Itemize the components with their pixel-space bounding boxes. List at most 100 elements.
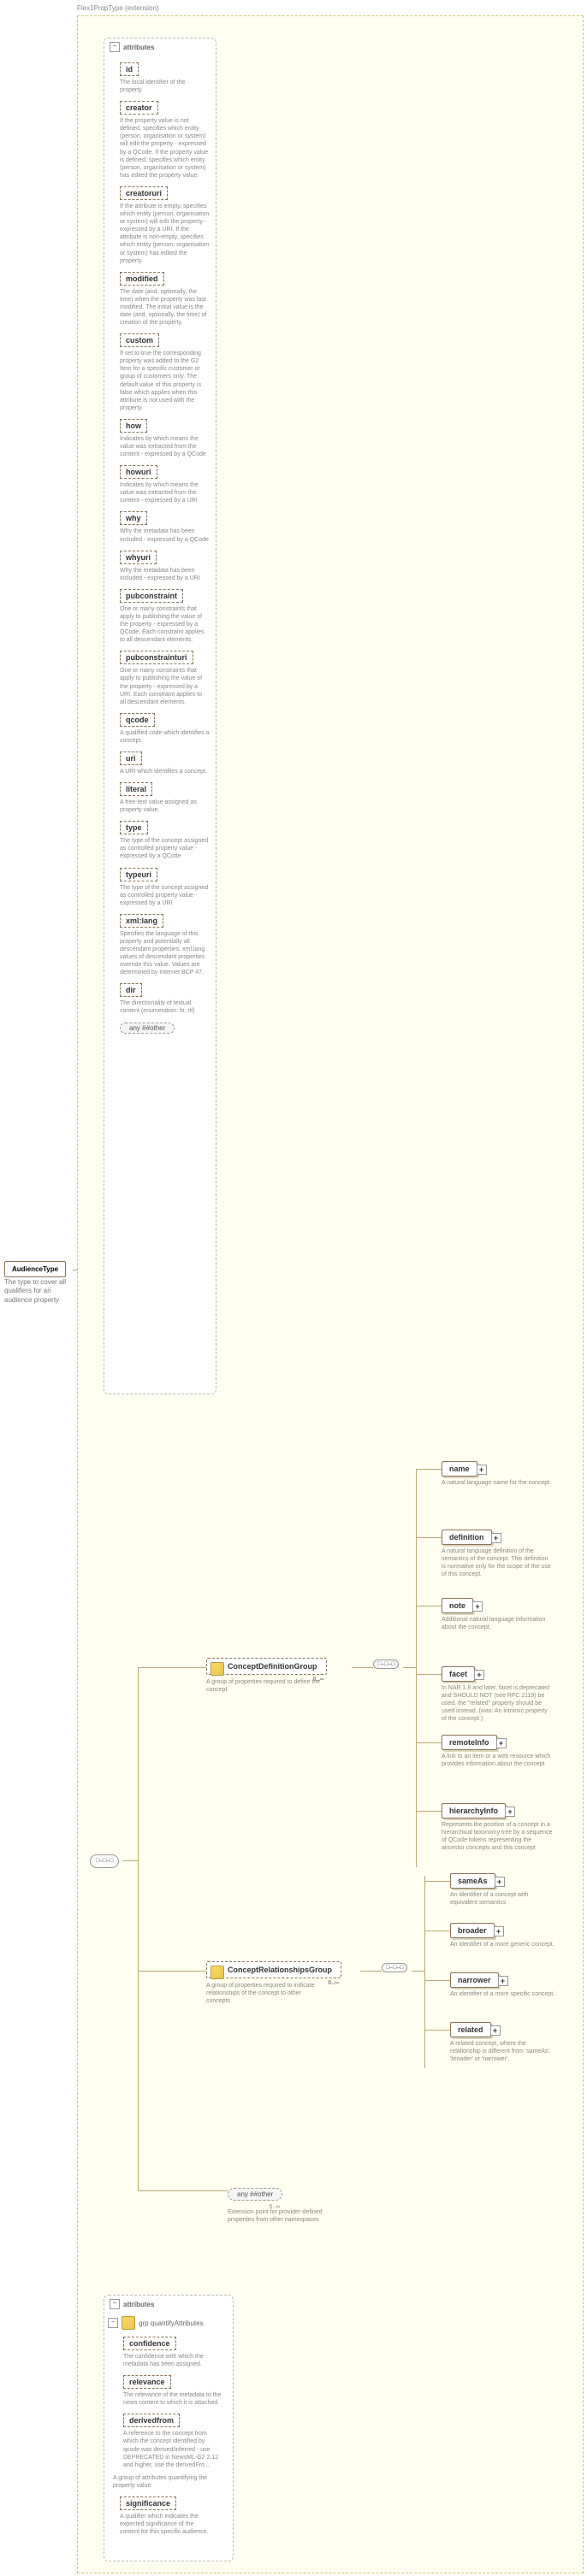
attr-item: literalA free-text value assigned as pro…: [120, 782, 210, 814]
attr-desc: If the property value is not defined, sp…: [120, 117, 210, 180]
element-box[interactable]: name: [442, 1461, 477, 1477]
attr-name: howuri: [120, 465, 157, 479]
attr-desc: A reference to the concept from which th…: [123, 2430, 222, 2468]
element-desc: In NAR 1.8 and later, facet is deprecate…: [442, 1684, 553, 1723]
element-desc: Represents the position of a concept in …: [442, 1821, 553, 1852]
attr-item: xml:lang Specifies the language of this p…: [120, 914, 210, 977]
attr-item: qcodeA qualified code which identifies a…: [120, 713, 210, 745]
attr-desc: One or many constraints that apply to pu…: [120, 605, 210, 644]
root-type-box: AudienceType: [4, 1261, 66, 1277]
attr-item: creator If the property value is not defi…: [120, 101, 210, 180]
attr-item: typeThe type of the concept assigned as …: [120, 821, 210, 860]
crg-desc: A group of properties required to indica…: [206, 1982, 326, 2005]
attr-item: dir The directionality of textual content…: [120, 983, 210, 1015]
element-box[interactable]: definition: [442, 1530, 492, 1545]
attr-name: dir: [120, 983, 142, 997]
attr-item: derivedfrom A reference to the concept fr…: [123, 2414, 222, 2468]
attributes-header: − attributes: [104, 38, 216, 56]
attr-desc: A URI which identifies a concept.: [120, 768, 210, 775]
element-box[interactable]: hierarchyInfo: [442, 1803, 506, 1819]
attr-name: literal: [120, 782, 152, 796]
quantify-group-label: grp quantifyAttributes: [139, 2320, 204, 2327]
group-cdg: ConceptDefinitionGroup0..∞ A group of pr…: [206, 1658, 327, 1694]
element-box[interactable]: related: [450, 2022, 491, 2037]
attr-item: uriA URI which identifies a concept.: [120, 752, 210, 775]
attr-desc: Why the metadata has been included - exp…: [120, 528, 210, 543]
element-broader: broaderAn identifier of a more generic c…: [450, 1923, 557, 1948]
attr-desc: The directionality of textual content (e…: [120, 999, 210, 1015]
attr-significance-desc: A qualifier which indicates the expected…: [120, 2513, 210, 2536]
seq-cdg: □–□–□: [373, 1659, 399, 1669]
attr-item: pubconstrainturi One or many constraints …: [120, 651, 210, 705]
attr-desc: The type of the concept assigned as cont…: [120, 837, 210, 860]
attr-item: howuri Indicates by which means the value…: [120, 465, 210, 504]
element-narrower: narrower An identifier of a more specific…: [450, 1972, 557, 1998]
attr-name: typeuri: [120, 868, 157, 881]
attr-desc: Why the metadata has been included - exp…: [120, 567, 210, 582]
element-box[interactable]: note: [442, 1598, 473, 1613]
element-desc: A related concept, where the relationshi…: [450, 2040, 557, 2063]
attr-desc: The type of the concept assigned as cont…: [120, 884, 210, 907]
attr-name: modified: [120, 272, 164, 286]
attr-name: creator: [120, 101, 158, 115]
attributes2-header-label: attributes: [123, 2301, 154, 2308]
attr-name: pubconstraint: [120, 589, 183, 603]
element-box[interactable]: facet: [442, 1666, 475, 1682]
any-other-desc: Extension point for provider-defined pro…: [228, 2208, 330, 2224]
element-box[interactable]: remoteInfo: [442, 1735, 497, 1750]
attr-item: confidence The confidence with which the …: [123, 2337, 222, 2368]
attr-significance: significance: [120, 2496, 176, 2510]
attr-desc: If set to true the corresponding propert…: [120, 350, 210, 412]
attributes-frame-1: − attributes idThe local identifier of t…: [104, 38, 216, 1394]
sequence-main: □–□–□: [90, 1854, 119, 1868]
collapse-icon[interactable]: −: [108, 2318, 118, 2328]
attr-item: how Indicates by which means the value wa…: [120, 419, 210, 458]
attr-desc: Indicates by which means the value was e…: [120, 481, 210, 504]
element-desc: An identifier of a concept with equivale…: [450, 1891, 557, 1907]
attr-item: creatoruriIf the attribute is empty, spe…: [120, 186, 210, 265]
extension-header: Flex1PropType (extension): [77, 4, 159, 12]
any-other-element: any ##other 0..∞: [228, 2188, 282, 2201]
attr-desc: A qualified code which identifies a conc…: [120, 729, 210, 745]
element-name: name A natural language name for the conc…: [442, 1461, 553, 1487]
attr-name: id: [120, 62, 139, 76]
element-related: related A related concept, where the rela…: [450, 2022, 557, 2063]
root-desc: The type to cover all qualifiers for an …: [4, 1278, 68, 1305]
element-box[interactable]: sameAs: [450, 1873, 495, 1889]
attr-name: xml:lang: [120, 914, 163, 928]
element-box[interactable]: narrower: [450, 1972, 499, 1988]
cdg-desc: A group of properties required to define…: [206, 1678, 326, 1694]
element-desc: A natural language name for the concept.: [442, 1479, 553, 1487]
attr-desc: The relevance of the metadata to the new…: [123, 2391, 222, 2407]
attr-item: custom If set to true the corresponding p…: [120, 333, 210, 412]
element-desc: Additional natural language information …: [442, 1616, 553, 1631]
attr-item: typeuri The type of the concept assigned …: [120, 868, 210, 907]
crg-box[interactable]: ConceptRelationshipsGroup0..∞: [206, 1961, 341, 1978]
attr-item: idThe local identifier of the property.: [120, 62, 210, 94]
attributes2-header: − attributes: [104, 2296, 233, 2313]
attr-name: confidence: [123, 2337, 176, 2350]
attr-name: whyuri: [120, 551, 157, 564]
attr-desc: Specifies the language of this property …: [120, 930, 210, 977]
group-icon: [122, 2316, 135, 2330]
attr-name: pubconstrainturi: [120, 651, 193, 664]
cdg-box[interactable]: ConceptDefinitionGroup0..∞: [206, 1658, 327, 1675]
attr-item: whyuri Why the metadata has been included…: [120, 551, 210, 582]
collapse-icon[interactable]: −: [110, 2299, 120, 2309]
attr-name: custom: [120, 333, 159, 347]
collapse-icon[interactable]: −: [110, 42, 120, 52]
element-sameAs: sameAs An identifier of a concept with eq…: [450, 1873, 557, 1907]
element-desc: An identifier of a more specific concept…: [450, 1990, 557, 1998]
attr-desc: One or many constraints that apply to pu…: [120, 667, 210, 705]
extension-frame: − attributes idThe local identifier of t…: [77, 15, 584, 2573]
element-remoteInfo: remoteInfoA link to an item or a web res…: [442, 1735, 553, 1768]
attr-name: derivedfrom: [123, 2414, 180, 2427]
attr-name: how: [120, 419, 147, 433]
attr-item: pubconstraint One or many constraints tha…: [120, 589, 210, 644]
element-box[interactable]: broader: [450, 1923, 495, 1938]
element-hierarchyInfo: hierarchyInfo Represents the position of …: [442, 1803, 553, 1852]
attr-item: relevanceThe relevance of the metadata t…: [123, 2375, 222, 2407]
attr-desc: Indicates by which means the value was e…: [120, 435, 210, 458]
element-desc: A natural language definition of the sem…: [442, 1547, 553, 1578]
attr-desc: The confidence with which the metadata h…: [123, 2353, 222, 2368]
